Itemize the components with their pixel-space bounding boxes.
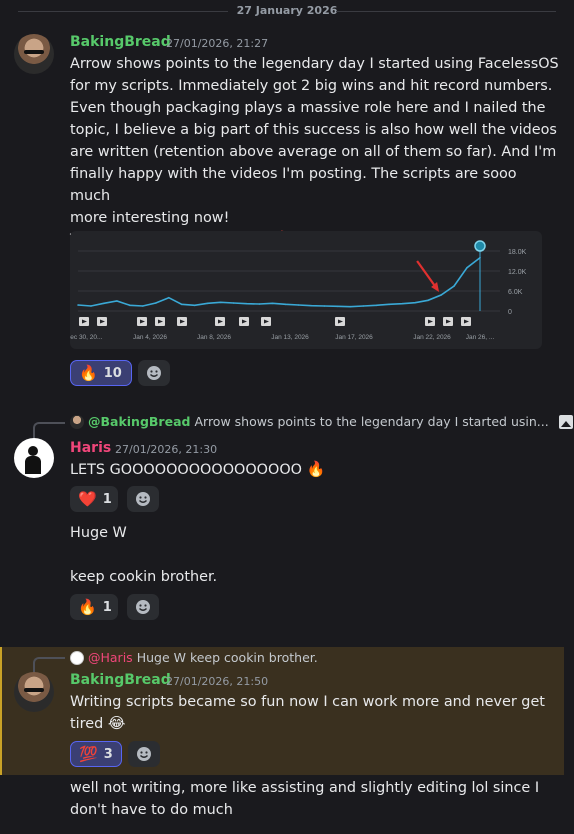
reply-snippet: Huge W keep cookin brother. (136, 650, 318, 665)
author-name[interactable]: Haris (70, 440, 111, 456)
y-tick-label: 18.0K (508, 249, 527, 256)
data-point (427, 299, 429, 302)
reaction-fire[interactable]: 🔥 1 (70, 594, 118, 620)
avatar-bakingbread[interactable] (14, 34, 54, 74)
data-point (167, 296, 170, 299)
reply-avatar (70, 414, 84, 429)
x-tick-label: Jan 13, 2026 (271, 334, 309, 341)
message-text: Huge W keep cookin brother. (70, 525, 218, 585)
message-text: well not writing, more like assisting an… (70, 780, 540, 818)
data-point (90, 305, 92, 307)
data-point (129, 304, 131, 307)
data-point (219, 301, 222, 304)
data-point (401, 302, 403, 305)
smiley-add-icon (137, 747, 151, 761)
image-icon (558, 414, 573, 429)
smiley-add-icon (136, 492, 150, 506)
data-point (180, 303, 183, 306)
x-tick-label: Jan 4, 2026 (133, 334, 167, 341)
analytics-chart[interactable]: 18.0K 12.0K 6.0K 0 Dec 30, 20... Jan 4, 2026 J… (70, 231, 542, 349)
channel-avatar-marker (474, 240, 486, 252)
laughing-emoji: 😂 (107, 714, 126, 732)
reply-spine (33, 657, 65, 673)
fire-emoji: 🔥 (306, 460, 326, 478)
avatar-haris[interactable] (14, 438, 54, 478)
data-point (349, 305, 352, 308)
fire-emoji: 🔥 (78, 597, 97, 616)
reply-author[interactable]: @Haris (88, 650, 133, 665)
x-tick-label: Jan 26, ... (466, 334, 495, 341)
reply-reference[interactable]: @BakingBread Arrow shows points to the l… (70, 414, 573, 429)
data-point (310, 304, 313, 307)
data-point (336, 305, 339, 308)
x-tick-label: Dec 30, 20... (70, 334, 103, 341)
data-point (271, 302, 274, 305)
data-point (362, 305, 365, 307)
x-tick-label: Jan 8, 2026 (197, 334, 231, 341)
add-reaction-button[interactable] (128, 741, 160, 767)
data-point (77, 304, 79, 306)
message-text: Arrow shows points to the legendary day … (70, 53, 560, 251)
add-reaction-button[interactable] (127, 486, 159, 512)
reaction-hundred[interactable]: 💯 3 (70, 741, 122, 767)
reaction-count: 1 (102, 599, 112, 615)
data-point (297, 304, 300, 306)
reaction-count: 10 (103, 365, 122, 381)
reply-reference[interactable]: @Haris Huge W keep cookin brother. (70, 650, 318, 665)
y-tick-label: 6.0K (508, 289, 523, 296)
x-tick-label: Jan 22, 2026 (413, 334, 451, 341)
reaction-fire[interactable]: 🔥 10 (70, 360, 132, 386)
reaction-heart[interactable]: ❤️ 1 (70, 486, 118, 512)
message-body: LETS GOOOOOOOOOOOOOOOO (70, 462, 302, 478)
data-point (414, 301, 416, 304)
data-point (440, 294, 442, 296)
add-reaction-button[interactable] (138, 360, 170, 386)
y-tick-label: 12.0K (508, 269, 527, 276)
message-timestamp: 27/01/2026, 21:30 (115, 443, 218, 456)
data-point (245, 302, 248, 305)
message-body: Arrow shows points to the legendary day … (70, 56, 559, 248)
add-reaction-button[interactable] (127, 594, 159, 620)
message-body: Writing scripts became so fun now I can … (70, 694, 545, 732)
data-point (103, 302, 105, 305)
reaction-count: 3 (103, 746, 113, 762)
data-point (388, 303, 391, 306)
smiley-add-icon (147, 366, 161, 380)
data-point (258, 303, 261, 305)
data-point (116, 300, 118, 302)
data-point (466, 266, 468, 269)
author-name[interactable]: BakingBread (70, 672, 171, 688)
views-line-chart: 18.0K 12.0K 6.0K 0 Dec 30, 20... Jan 4, 2026 J… (70, 240, 527, 341)
data-point (142, 305, 144, 307)
y-tick-label: 0 (508, 309, 512, 316)
fire-emoji: 🔥 (79, 363, 98, 382)
author-name[interactable]: BakingBread (70, 34, 171, 50)
smiley-add-icon (136, 600, 150, 614)
message-timestamp: 27/01/2026, 21:27 (166, 37, 269, 50)
message-text: Writing scripts became so fun now I can … (70, 691, 560, 735)
date-divider: 27 January 2026 (0, 2, 574, 20)
divider-line-right (336, 11, 556, 12)
mention-rail (0, 647, 2, 775)
data-point (155, 302, 157, 304)
data-point (375, 304, 378, 307)
reply-avatar (70, 650, 84, 665)
x-tick-label: Jan 17, 2026 (335, 334, 373, 341)
hundred-emoji: 💯 (79, 744, 98, 763)
avatar-bakingbread[interactable] (14, 672, 54, 712)
data-point (232, 302, 235, 304)
message-timestamp: 27/01/2026, 21:50 (166, 675, 269, 688)
reaction-count: 1 (102, 491, 112, 507)
data-point (206, 302, 209, 305)
reply-spine (33, 422, 65, 438)
data-point (323, 305, 326, 307)
reply-author[interactable]: @BakingBread (88, 414, 190, 429)
data-point (453, 285, 455, 287)
data-point (193, 304, 196, 307)
reply-snippet: Arrow shows points to the legendary day … (194, 414, 549, 429)
heart-emoji: ❤️ (78, 489, 97, 508)
data-point (284, 303, 287, 306)
message-text: LETS GOOOOOOOOOOOOOOOO 🔥 (70, 459, 325, 481)
